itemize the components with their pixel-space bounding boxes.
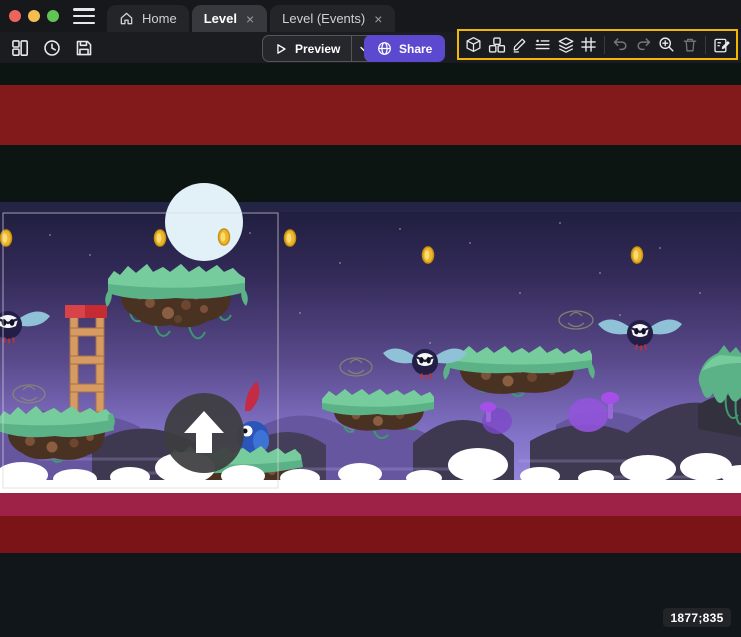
scene-editor-canvas[interactable] [0, 63, 741, 553]
toolbar-left-group [8, 32, 96, 63]
history-clock-icon [43, 39, 61, 57]
tab-home[interactable]: Home [107, 5, 189, 32]
pencil-icon [511, 36, 528, 53]
object-groups-button[interactable] [486, 34, 507, 56]
undo-icon [612, 36, 629, 53]
share-label: Share [399, 42, 432, 56]
purple-dome[interactable] [568, 398, 608, 432]
trash-icon [682, 37, 698, 53]
share-button[interactable]: Share [364, 35, 445, 62]
history-button[interactable] [40, 36, 64, 60]
zoom-in-icon [658, 36, 675, 53]
bottom-bar: 1877;835 [0, 553, 741, 637]
layers-button[interactable] [555, 34, 576, 56]
play-icon [274, 42, 288, 56]
delete-button[interactable] [679, 34, 700, 56]
object-groups-icon [488, 36, 506, 54]
coin [423, 247, 434, 263]
hamburger-menu-icon[interactable] [73, 8, 95, 24]
project-manager-button[interactable] [8, 36, 32, 60]
window-controls [9, 10, 59, 22]
app-window: { "window": { "controls": {"close": "clo… [0, 0, 741, 637]
crimson-band[interactable] [0, 492, 741, 516]
close-window-button[interactable] [9, 10, 21, 22]
scene-properties-button[interactable] [711, 34, 732, 56]
maximize-window-button[interactable] [47, 10, 59, 22]
undo-button[interactable] [610, 34, 631, 56]
moon[interactable] [165, 183, 243, 261]
3d-object-button[interactable] [463, 34, 484, 56]
3d-box-icon [465, 36, 482, 53]
close-tab-icon[interactable]: × [245, 12, 255, 26]
minimize-window-button[interactable] [28, 10, 40, 22]
instances-list-button[interactable] [532, 34, 553, 56]
globe-icon [377, 41, 392, 56]
tab-level[interactable]: Level × [192, 5, 267, 32]
layers-icon [557, 36, 575, 54]
edit-properties-icon [713, 36, 731, 54]
title-bar: Home Level × Level (Events) × [0, 0, 741, 32]
grid-icon [580, 36, 597, 53]
save-floppy-icon [75, 39, 93, 57]
preview-button[interactable]: Preview [263, 36, 351, 61]
tab-label: Level [204, 11, 237, 26]
preview-split-button: Preview [262, 35, 377, 62]
save-button[interactable] [72, 36, 96, 60]
zoom-in-button[interactable] [656, 34, 677, 56]
preview-label: Preview [295, 42, 340, 56]
scene-svg [0, 63, 741, 553]
tab-label: Level (Events) [282, 11, 365, 26]
scene-tools-highlight-box [457, 29, 738, 60]
toolbar-divider [705, 36, 706, 54]
coin [285, 230, 296, 246]
red-band-top[interactable] [0, 85, 741, 145]
edit-button[interactable] [509, 34, 530, 56]
red-band-bottom[interactable] [0, 516, 741, 553]
dark-band-top[interactable] [0, 63, 741, 85]
coin [219, 229, 230, 245]
dark-band-2[interactable] [0, 145, 741, 202]
toolbar-divider [604, 36, 605, 54]
home-icon [119, 11, 134, 26]
tab-label: Home [142, 11, 177, 26]
grid-button[interactable] [578, 34, 599, 56]
redo-button[interactable] [633, 34, 654, 56]
sky-texture-strip [0, 202, 741, 212]
cursor-coordinates-badge: 1877;835 [663, 608, 731, 627]
close-tab-icon[interactable]: × [373, 12, 383, 26]
jump-button-overlay[interactable] [164, 393, 244, 473]
coin [632, 247, 643, 263]
project-manager-icon [11, 39, 29, 57]
coin [155, 230, 166, 246]
coin [1, 230, 12, 246]
instances-list-icon [534, 36, 551, 53]
redo-icon [635, 36, 652, 53]
tab-bar: Home Level × Level (Events) × [107, 0, 395, 32]
tab-level-events[interactable]: Level (Events) × [270, 5, 395, 32]
